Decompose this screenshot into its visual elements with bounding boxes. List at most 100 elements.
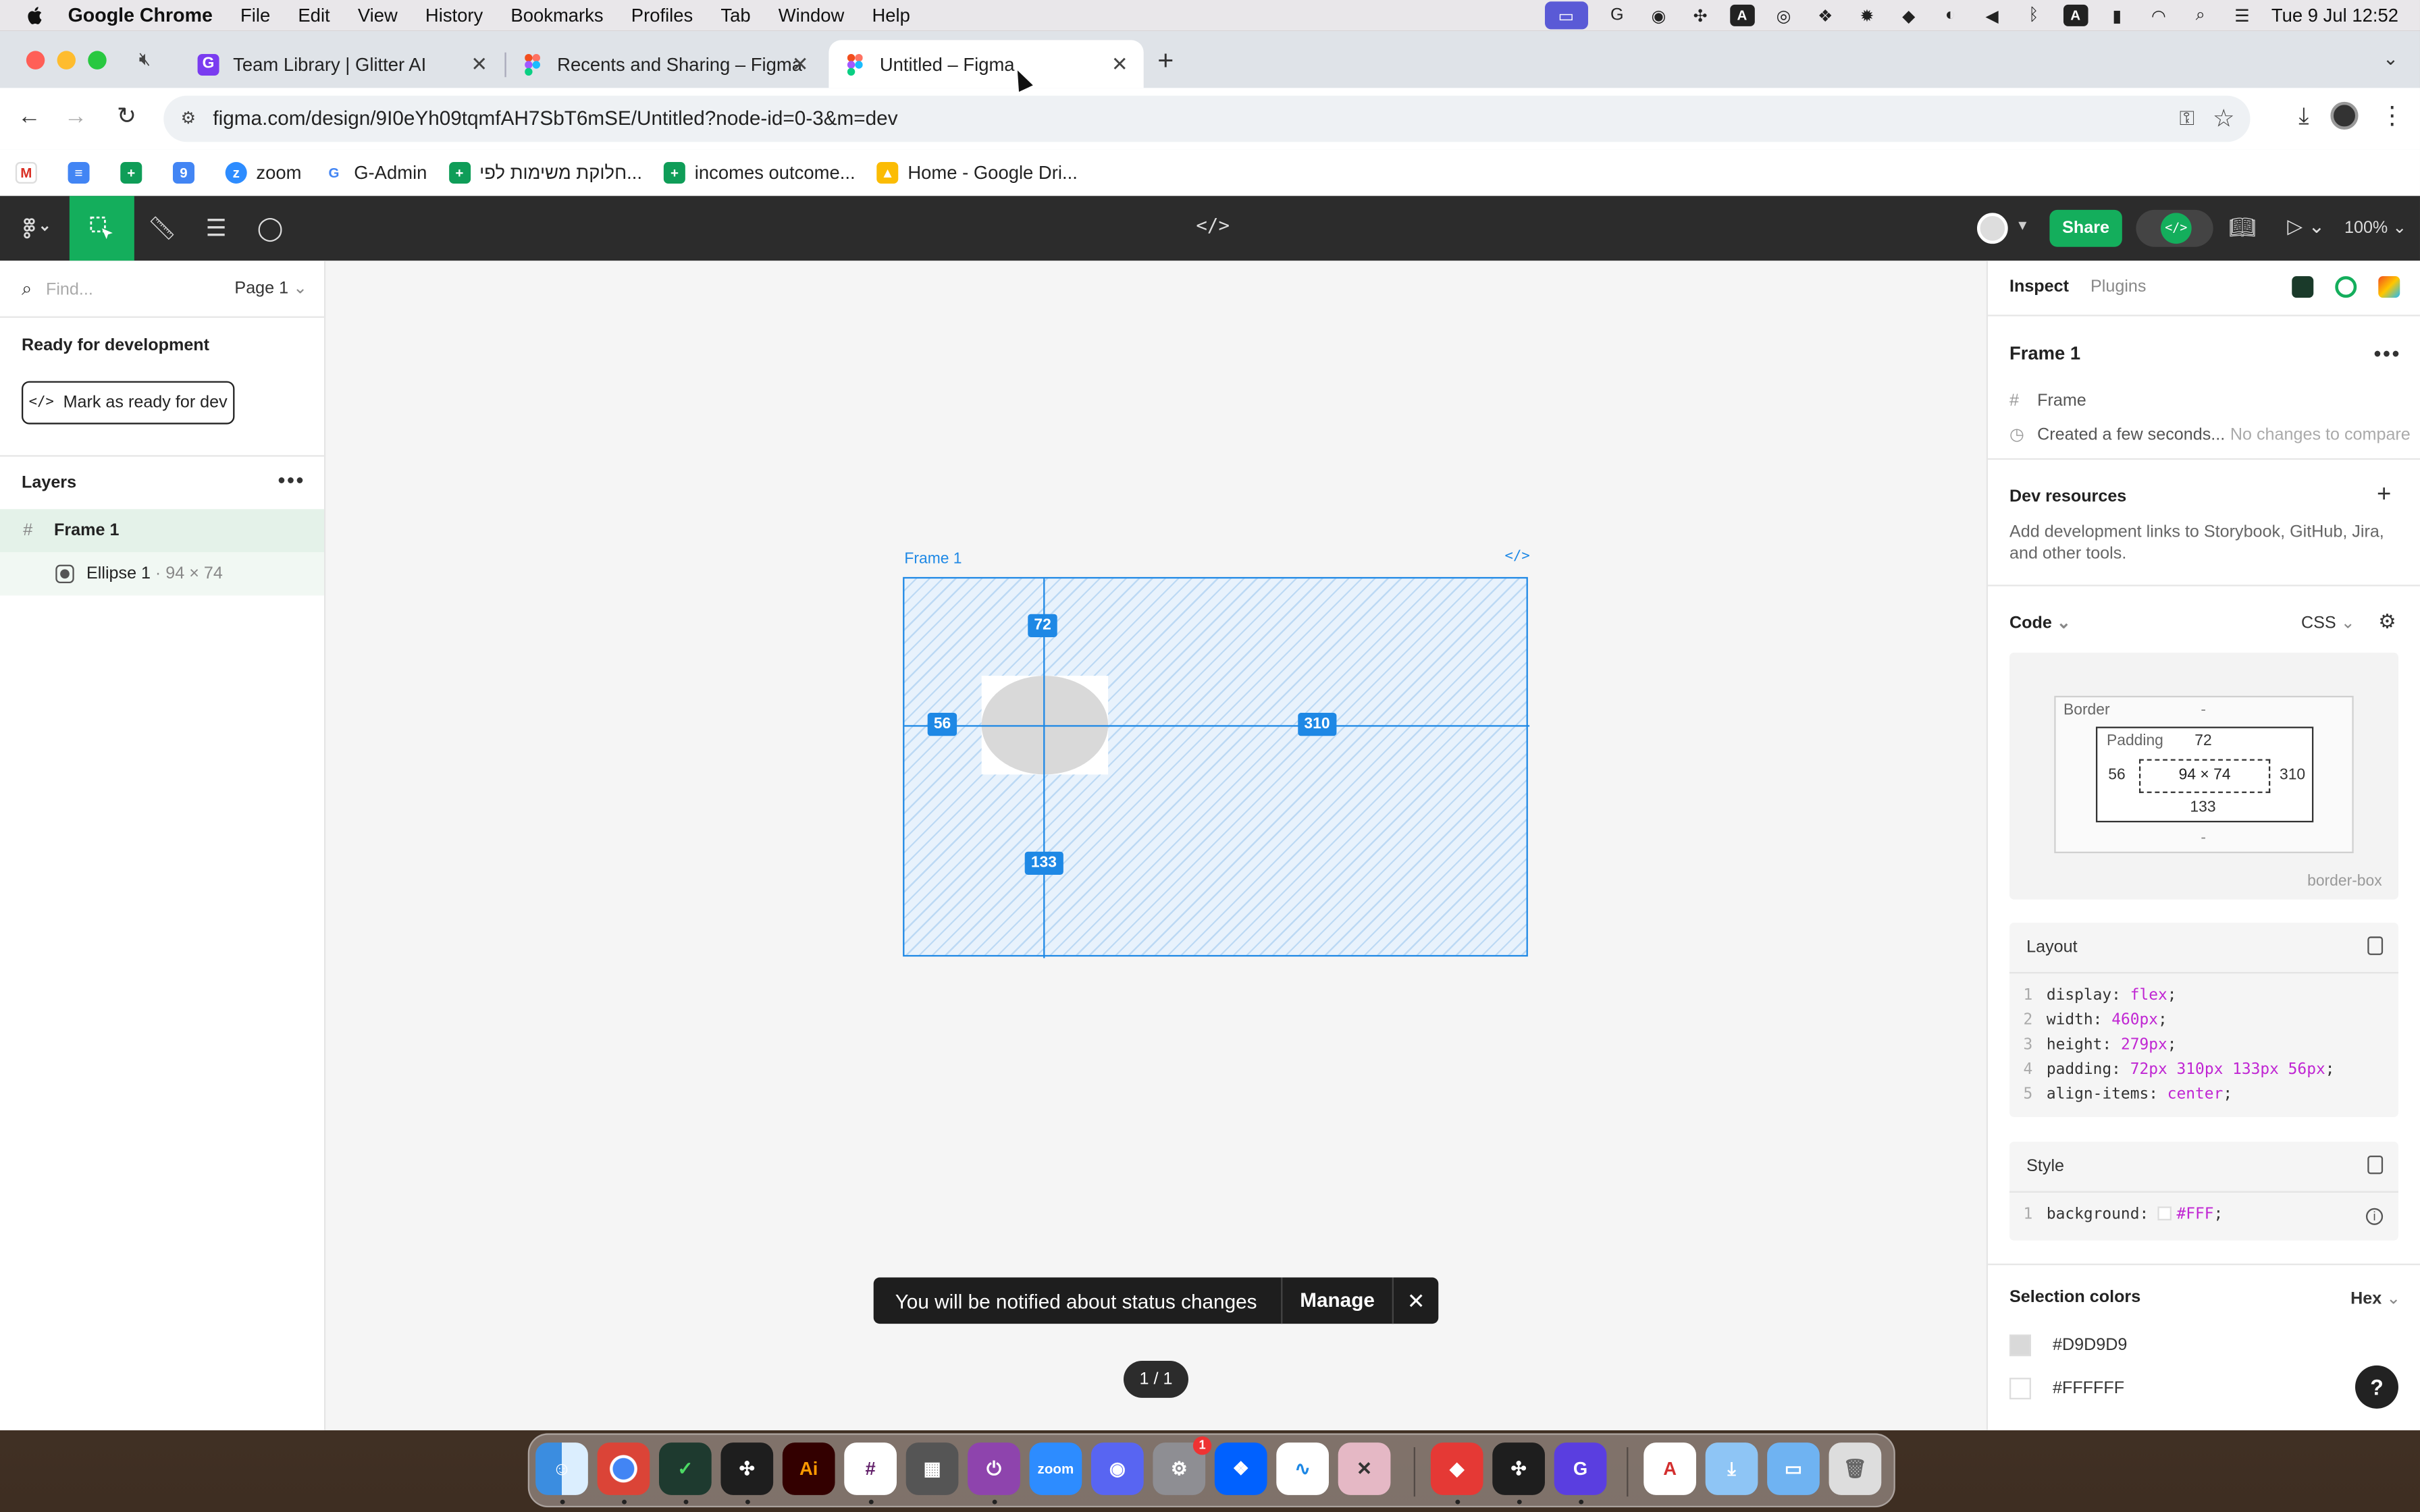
dev-mode-code-icon[interactable]: </>: [1196, 215, 1230, 236]
frame-label[interactable]: Frame 1: [904, 551, 962, 568]
frame-code-icon[interactable]: </>: [1505, 549, 1530, 565]
reload-icon[interactable]: ↻: [113, 103, 140, 131]
trash-icon[interactable]: 🗑︎: [1829, 1442, 1882, 1495]
chrome-menu-icon[interactable]: ⋮: [2380, 101, 2405, 132]
menubar-datetime[interactable]: Tue 9 Jul 12:52: [2271, 5, 2398, 26]
code-section-title[interactable]: Code ⌄: [2009, 612, 2071, 632]
figma-menubar-icon[interactable]: ✣: [1688, 5, 1713, 26]
code-line[interactable]: 2 width: 460px;: [2009, 1012, 2167, 1029]
code-line[interactable]: 1 display: flex;: [2009, 988, 2177, 1004]
menu-app-name[interactable]: Google Chrome: [68, 5, 213, 26]
tab-untitled-figma[interactable]: Untitled – Figma ✕: [828, 40, 1144, 88]
menu-profiles[interactable]: Profiles: [631, 5, 693, 26]
tab-inspect[interactable]: Inspect: [2009, 277, 2069, 296]
mark-ready-button[interactable]: </> Mark as ready for dev: [21, 381, 235, 425]
figma-main-menu-button[interactable]: [9, 196, 65, 261]
bookmark-incomes[interactable]: + incomes outcome...: [664, 161, 856, 184]
menu-history[interactable]: History: [425, 5, 483, 26]
menu-tab[interactable]: Tab: [720, 5, 750, 26]
dropbox-app-icon[interactable]: ❖: [1214, 1442, 1267, 1495]
dev-mode-toggle[interactable]: </>: [2136, 209, 2213, 247]
color-format-dropdown[interactable]: Hex ⌄: [2350, 1289, 2400, 1308]
measure-tool-button[interactable]: 📏︎: [134, 196, 190, 261]
gear-flower-icon[interactable]: ✹: [1855, 5, 1880, 26]
chevron-down-icon[interactable]: ▼: [2016, 217, 2029, 233]
menu-edit[interactable]: Edit: [298, 5, 330, 26]
menu-window[interactable]: Window: [779, 5, 845, 26]
zoom-level-dropdown[interactable]: 100% ⌄: [2344, 217, 2406, 238]
copy-clipboard-icon[interactable]: [2367, 1155, 2384, 1174]
creative-cloud-icon[interactable]: ◎: [1771, 5, 1796, 26]
design-app-icon[interactable]: ✕: [1338, 1442, 1391, 1495]
selection-color-row[interactable]: #FFFFFF: [2009, 1378, 2124, 1400]
pastebot-icon[interactable]: ◐: [1938, 5, 1963, 26]
menu-bookmarks[interactable]: Bookmarks: [510, 5, 603, 26]
muted-tab-icon[interactable]: 🔇︎: [139, 48, 164, 73]
url-text[interactable]: figma.com/design/9I0eYh09tqmfAH7SbT6mSE/…: [213, 107, 897, 130]
search-input[interactable]: Find...: [46, 280, 93, 298]
share-button[interactable]: Share: [2049, 209, 2122, 247]
minimize-window-button[interactable]: [57, 51, 76, 70]
control-center-icon[interactable]: ☰: [2230, 5, 2255, 26]
acrobat-icon[interactable]: A: [1643, 1442, 1696, 1495]
bookmark-star-icon[interactable]: ☆: [2213, 103, 2235, 134]
close-window-button[interactable]: [26, 51, 45, 70]
layer-row-ellipse[interactable]: Ellipse 1 · 94 × 74: [0, 552, 324, 596]
figma-app-icon[interactable]: ✣: [720, 1442, 774, 1495]
zoom-icon[interactable]: ◉: [1646, 5, 1671, 26]
apple-icon[interactable]: [25, 5, 47, 26]
system-settings-icon[interactable]: ⚙ 1: [1153, 1436, 1212, 1495]
bookmark-gmail[interactable]: M: [15, 161, 47, 184]
forward-arrow-icon[interactable]: →: [61, 103, 89, 131]
wifi-icon[interactable]: ◠: [2147, 5, 2172, 26]
move-tool-button[interactable]: [69, 196, 134, 261]
code-line[interactable]: 4 padding: 72px 310px 133px 56px;: [2009, 1062, 2335, 1079]
battery-icon[interactable]: ▮: [2105, 5, 2130, 26]
code-language-dropdown[interactable]: CSS ⌄: [2301, 612, 2355, 632]
bluetooth-icon[interactable]: ᛒ: [2022, 5, 2047, 26]
design-canvas[interactable]: Frame 1 </> 72 56 310 133 You will be no…: [325, 261, 1987, 1430]
selection-color-row[interactable]: #D9D9D9: [2009, 1334, 2127, 1357]
menu-file[interactable]: File: [240, 5, 270, 26]
add-resource-plus-icon[interactable]: +: [2377, 481, 2391, 509]
anydesk-icon[interactable]: ◆: [1430, 1442, 1483, 1495]
code-line[interactable]: 5 align-items: center;: [2009, 1086, 2233, 1103]
info-icon[interactable]: i: [2365, 1208, 2384, 1225]
plugin-icon[interactable]: [2378, 276, 2400, 298]
close-icon[interactable]: ✕: [1392, 1277, 1439, 1324]
user-avatar[interactable]: [1976, 213, 2008, 244]
bookmark-calendar[interactable]: 9: [172, 161, 204, 184]
downloads-folder-icon[interactable]: ⤓: [1705, 1442, 1758, 1495]
zoom-app-icon[interactable]: zoom: [1029, 1442, 1082, 1495]
glitter-app-icon[interactable]: G: [1554, 1442, 1607, 1495]
password-key-icon[interactable]: ⚿: [2180, 107, 2195, 132]
slack-icon[interactable]: #: [844, 1442, 897, 1495]
present-play-icon[interactable]: ▷ ⌄: [2287, 215, 2325, 240]
code-line[interactable]: 1 background: #FFF;: [2009, 1206, 2223, 1224]
figma-recent-icon[interactable]: ✣: [1492, 1442, 1545, 1495]
more-options-icon[interactable]: •••: [278, 468, 305, 493]
calculator-icon[interactable]: ▦: [905, 1442, 959, 1495]
volume-icon[interactable]: ◀: [1980, 5, 2005, 26]
download-icon[interactable]: ⤓: [2298, 103, 2309, 129]
bookmark-gadmin[interactable]: G G-Admin: [323, 161, 427, 184]
notion-icon[interactable]: A: [1729, 4, 1755, 26]
help-button[interactable]: ?: [2355, 1365, 2398, 1409]
bookmark-tasks[interactable]: + חלוקת משימות לפי...: [448, 161, 642, 184]
code-settings-icon[interactable]: ⚙︎: [2378, 610, 2396, 634]
dropbox-icon[interactable]: ❖: [1813, 5, 1838, 26]
bookmark-zoom[interactable]: z zoom: [225, 161, 301, 184]
freeform-icon[interactable]: ∿: [1276, 1442, 1329, 1495]
bookmark-drive[interactable]: ▲ Home - Google Dri...: [876, 161, 1078, 184]
fox-icon[interactable]: ◆: [1896, 5, 1921, 26]
folder-icon[interactable]: ▭: [1767, 1442, 1820, 1495]
tab-plugins[interactable]: Plugins: [2090, 277, 2146, 296]
bookmark-sheets[interactable]: +: [120, 161, 151, 184]
toast-manage-button[interactable]: Manage: [1281, 1277, 1392, 1324]
screen-share-icon[interactable]: ▭: [1544, 1, 1588, 30]
close-tab-icon[interactable]: ✕: [471, 53, 488, 78]
power-icon[interactable]: ⏻: [968, 1442, 1020, 1495]
address-bar[interactable]: ⚙︎ figma.com/design/9I0eYh09tqmfAH7SbT6m…: [163, 95, 2251, 142]
tab-team-library[interactable]: G Team Library | Glitter AI ✕: [182, 40, 503, 88]
keyboard-input-icon[interactable]: A: [2063, 4, 2088, 26]
